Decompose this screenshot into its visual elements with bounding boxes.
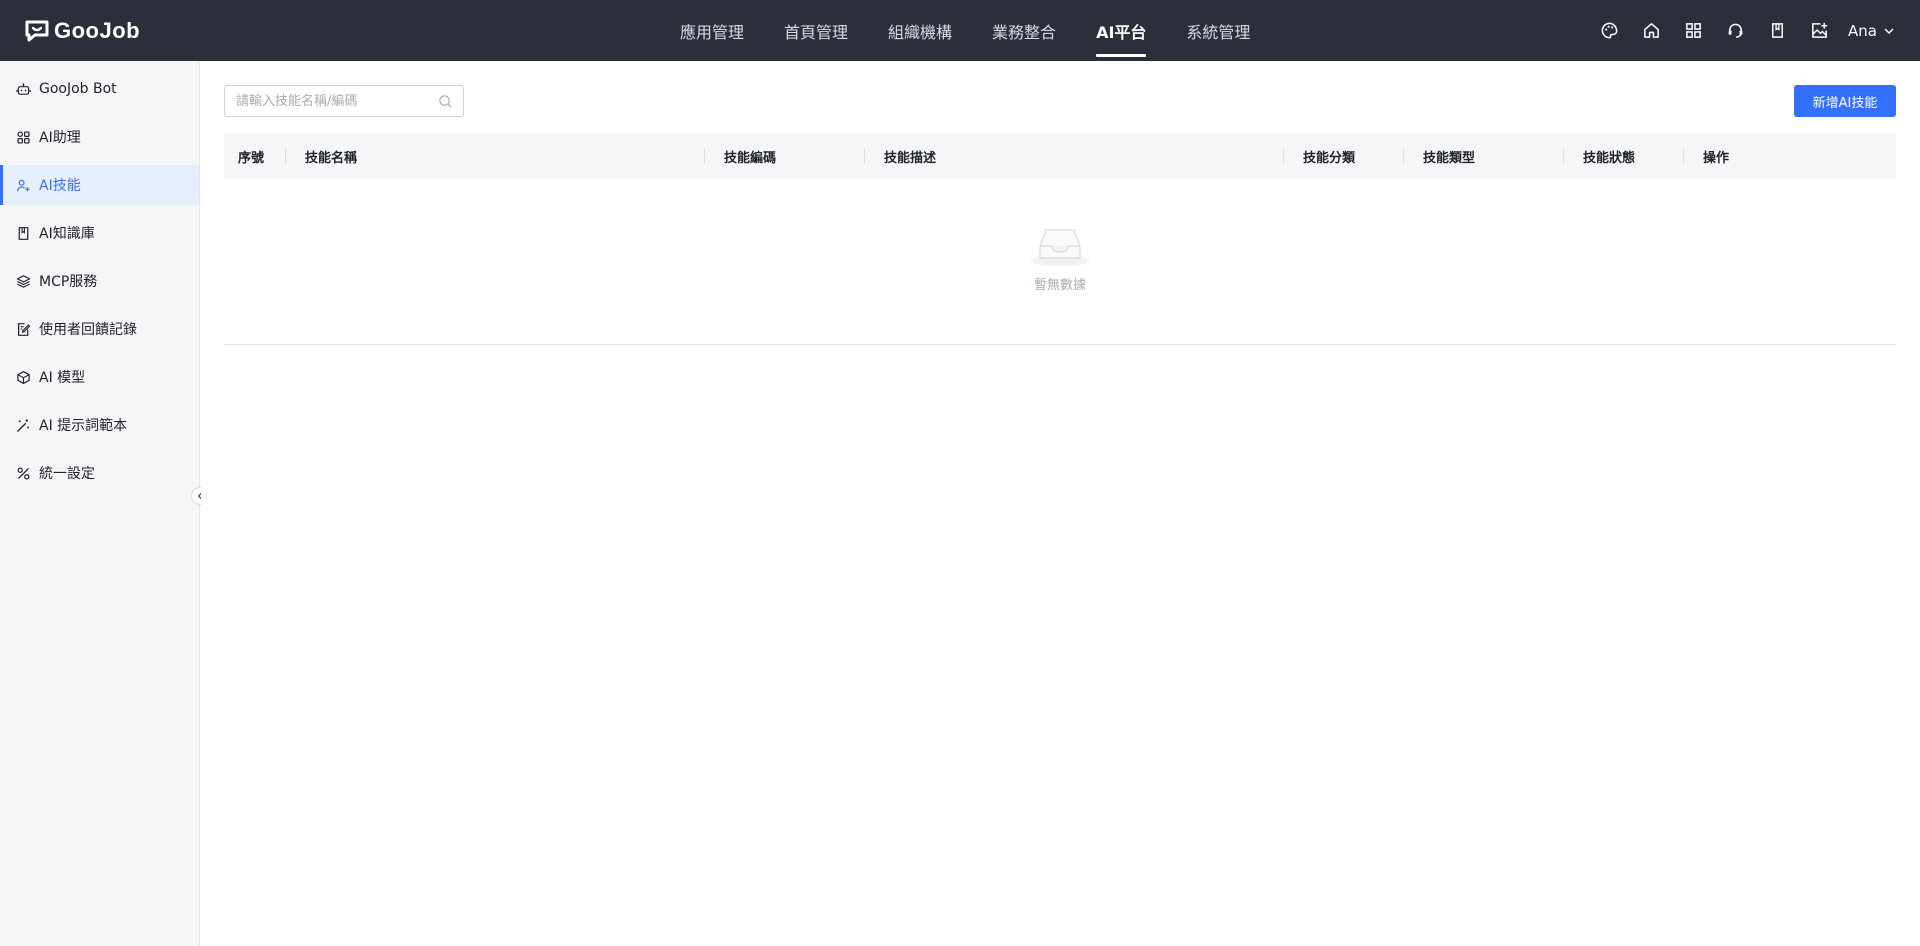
cube-icon (17, 370, 30, 384)
user-name: Ana (1848, 21, 1877, 40)
column-divider (1403, 148, 1404, 164)
sidebar-item-label: AI技能 (39, 178, 81, 194)
column-divider (285, 148, 286, 164)
column-divider (1283, 148, 1284, 164)
column-header-skill-status: 技能狀態 (1583, 150, 1636, 166)
sidebar-item-label: 統一設定 (39, 466, 95, 482)
table-header: 序號 技能名稱 技能編碼 技能描述 技能分類 技能類型 技能狀態 操作 (224, 134, 1896, 178)
column-header-skill-code: 技能編碼 (724, 150, 777, 166)
empty-inbox-icon (1030, 229, 1090, 266)
add-ai-skill-button[interactable]: 新增AI技能 (1794, 85, 1896, 117)
brand-logo[interactable]: GooJob (24, 16, 140, 46)
sidebar-item-ai-model[interactable]: AI 模型 (0, 357, 199, 397)
nav-item-label: 組織機構 (888, 22, 953, 42)
top-navigation-bar: GooJob 應用管理 首頁管理 組織機構 業務整合 AI平台 系統管理 Ana (0, 0, 1920, 61)
nav-item-organization[interactable]: 組織機構 (868, 0, 972, 61)
logo-icon (24, 19, 50, 43)
column-header-skill-type: 技能類型 (1423, 150, 1476, 166)
nav-item-home-management[interactable]: 首頁管理 (764, 0, 868, 61)
nav-item-ai-platform[interactable]: AI平台 (1076, 0, 1166, 61)
sidebar-item-label: MCP服務 (39, 274, 98, 290)
book-icon[interactable] (1756, 0, 1798, 61)
column-header-actions: 操作 (1703, 150, 1730, 166)
search-box (224, 85, 464, 117)
column-divider (704, 148, 705, 164)
brand-name: GooJob (54, 18, 141, 43)
nav-item-label: 系統管理 (1186, 22, 1251, 42)
bot-icon (16, 82, 31, 95)
user-menu[interactable]: Ana (1848, 22, 1896, 40)
empty-state-text: 暫無數據 (1033, 278, 1086, 293)
support-icon[interactable] (1714, 0, 1756, 61)
edit-doc-icon (18, 322, 31, 336)
image-add-icon[interactable] (1798, 0, 1840, 61)
grid-icon[interactable] (1672, 0, 1714, 61)
sidebar-item-label: AI知識庫 (39, 226, 95, 242)
sidebar-item-unified-settings[interactable]: 統一設定 (0, 453, 199, 493)
column-divider (1563, 148, 1564, 164)
column-header-skill-name: 技能名稱 (305, 150, 358, 166)
sidebar-item-ai-assistant[interactable]: AI助理 (0, 117, 199, 157)
nav-item-label: 應用管理 (680, 22, 745, 42)
sidebar-item-ai-knowledge-base[interactable]: AI知識庫 (0, 213, 199, 253)
column-header-skill-category: 技能分類 (1303, 150, 1356, 166)
column-divider (864, 148, 865, 164)
column-header-index: 序號 (238, 150, 265, 166)
main-content: 新增AI技能 序號 技能名稱 技能編碼 技能描述 技能分類 技能類型 技能狀態 … (201, 61, 1920, 946)
sidebar-item-label: AI 模型 (39, 370, 86, 386)
header-actions: Ana (1588, 0, 1896, 61)
column-header-skill-description: 技能描述 (884, 150, 937, 166)
chevron-down-icon (1884, 27, 1894, 34)
layers-icon (16, 274, 31, 288)
skills-table: 序號 技能名稱 技能編碼 技能描述 技能分類 技能類型 技能狀態 操作 暫無數據 (224, 134, 1896, 345)
sidebar-item-ai-skills[interactable]: AI技能 (0, 165, 199, 205)
sidebar-item-ai-prompt-templates[interactable]: AI 提示詞範本 (0, 405, 199, 445)
palette-icon[interactable] (1588, 0, 1630, 61)
column-divider (1683, 148, 1684, 164)
nav-item-business-integration[interactable]: 業務整合 (972, 0, 1076, 61)
nav-item-app-management[interactable]: 應用管理 (660, 0, 764, 61)
main-nav: 應用管理 首頁管理 組織機構 業務整合 AI平台 系統管理 (660, 0, 1270, 61)
sidebar-item-label: 使用者回饋記錄 (39, 322, 137, 338)
nav-item-system-management[interactable]: 系統管理 (1166, 0, 1270, 61)
apps-icon (17, 130, 30, 144)
search-icon[interactable] (438, 94, 453, 109)
settings-tools-icon (17, 467, 30, 479)
nav-item-label: 首頁管理 (784, 22, 849, 42)
skill-icon (17, 179, 30, 191)
magic-wand-icon (17, 418, 30, 432)
nav-item-label: 業務整合 (992, 22, 1057, 42)
sidebar-item-user-feedback[interactable]: 使用者回饋記錄 (0, 309, 199, 349)
home-icon[interactable] (1630, 0, 1672, 61)
sidebar-item-label: AI助理 (39, 130, 81, 146)
sidebar-item-mcp-service[interactable]: MCP服務 (0, 261, 199, 301)
sidebar-item-label: AI 提示詞範本 (39, 418, 128, 434)
book-icon (18, 226, 29, 240)
sidebar: GooJob Bot AI助理 AI技能 AI知識庫 MCP服務 使用者回饋記錄… (0, 61, 200, 946)
table-body: 暫無數據 (224, 178, 1896, 345)
sidebar-item-label: GooJob Bot (39, 81, 117, 97)
skill-search-input[interactable] (225, 87, 425, 115)
empty-state: 暫無數據 (224, 224, 1896, 293)
sidebar-item-goojob-bot[interactable]: GooJob Bot (0, 69, 199, 109)
nav-item-label: AI平台 (1096, 22, 1147, 42)
